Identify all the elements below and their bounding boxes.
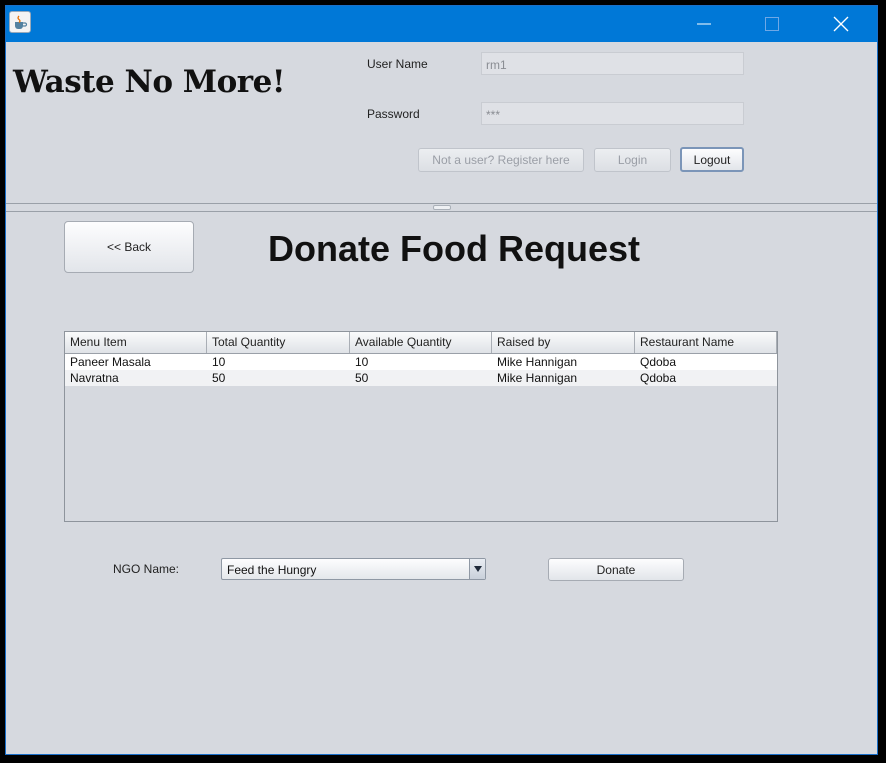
ngo-select[interactable]: Feed the Hungry <box>221 558 486 580</box>
column-header[interactable]: Menu Item <box>65 332 207 353</box>
title-bar[interactable] <box>6 6 877 42</box>
chevron-down-icon[interactable] <box>469 559 485 579</box>
column-header[interactable]: Total Quantity <box>207 332 350 353</box>
table-cell: 50 <box>212 371 226 385</box>
table-cell: 50 <box>355 371 369 385</box>
table-cell: Mike Hannigan <box>497 371 578 385</box>
username-field[interactable]: rm1 <box>481 52 744 75</box>
page-title: Donate Food Request <box>268 228 641 269</box>
back-button[interactable]: << Back <box>64 221 194 273</box>
username-label: User Name <box>367 57 428 71</box>
donate-button[interactable]: Donate <box>548 558 684 581</box>
logout-button[interactable]: Logout <box>680 147 744 172</box>
table-cell: 10 <box>355 355 369 369</box>
column-header[interactable]: Raised by <box>492 332 635 353</box>
splitter-bottom-line <box>6 211 877 212</box>
login-button[interactable]: Login <box>594 148 671 172</box>
table-cell: Qdoba <box>640 371 677 385</box>
ngo-label: NGO Name: <box>113 562 180 576</box>
splitter-top-line <box>6 203 877 204</box>
register-button[interactable]: Not a user? Register here <box>418 148 584 172</box>
table-cell: Navratna <box>70 371 119 385</box>
password-field[interactable]: *** <box>481 102 744 125</box>
minimize-icon[interactable] <box>681 6 727 42</box>
splitter-grip[interactable] <box>433 205 451 210</box>
column-header[interactable]: Restaurant Name <box>635 332 777 353</box>
table-row[interactable]: Paneer Masala 10 10 Mike Hannigan Qdoba <box>65 354 777 370</box>
java-cup-icon[interactable] <box>9 11 31 33</box>
column-header[interactable]: Available Quantity <box>350 332 492 353</box>
maximize-icon[interactable] <box>749 6 795 42</box>
password-label: Password <box>367 107 420 121</box>
close-icon[interactable] <box>818 6 864 42</box>
table-cell: Qdoba <box>640 355 677 369</box>
brand-title: Waste No More! <box>13 64 285 100</box>
table-cell: Mike Hannigan <box>497 355 578 369</box>
table-header: Menu Item Total Quantity Available Quant… <box>65 332 777 354</box>
requests-table: Menu Item Total Quantity Available Quant… <box>64 331 778 522</box>
app-window: Waste No More! User Name rm1 Password **… <box>5 5 878 755</box>
ngo-selected-value: Feed the Hungry <box>227 563 317 577</box>
table-cell: Paneer Masala <box>70 355 151 369</box>
table-cell: 10 <box>212 355 226 369</box>
table-row[interactable]: Navratna 50 50 Mike Hannigan Qdoba <box>65 370 777 386</box>
